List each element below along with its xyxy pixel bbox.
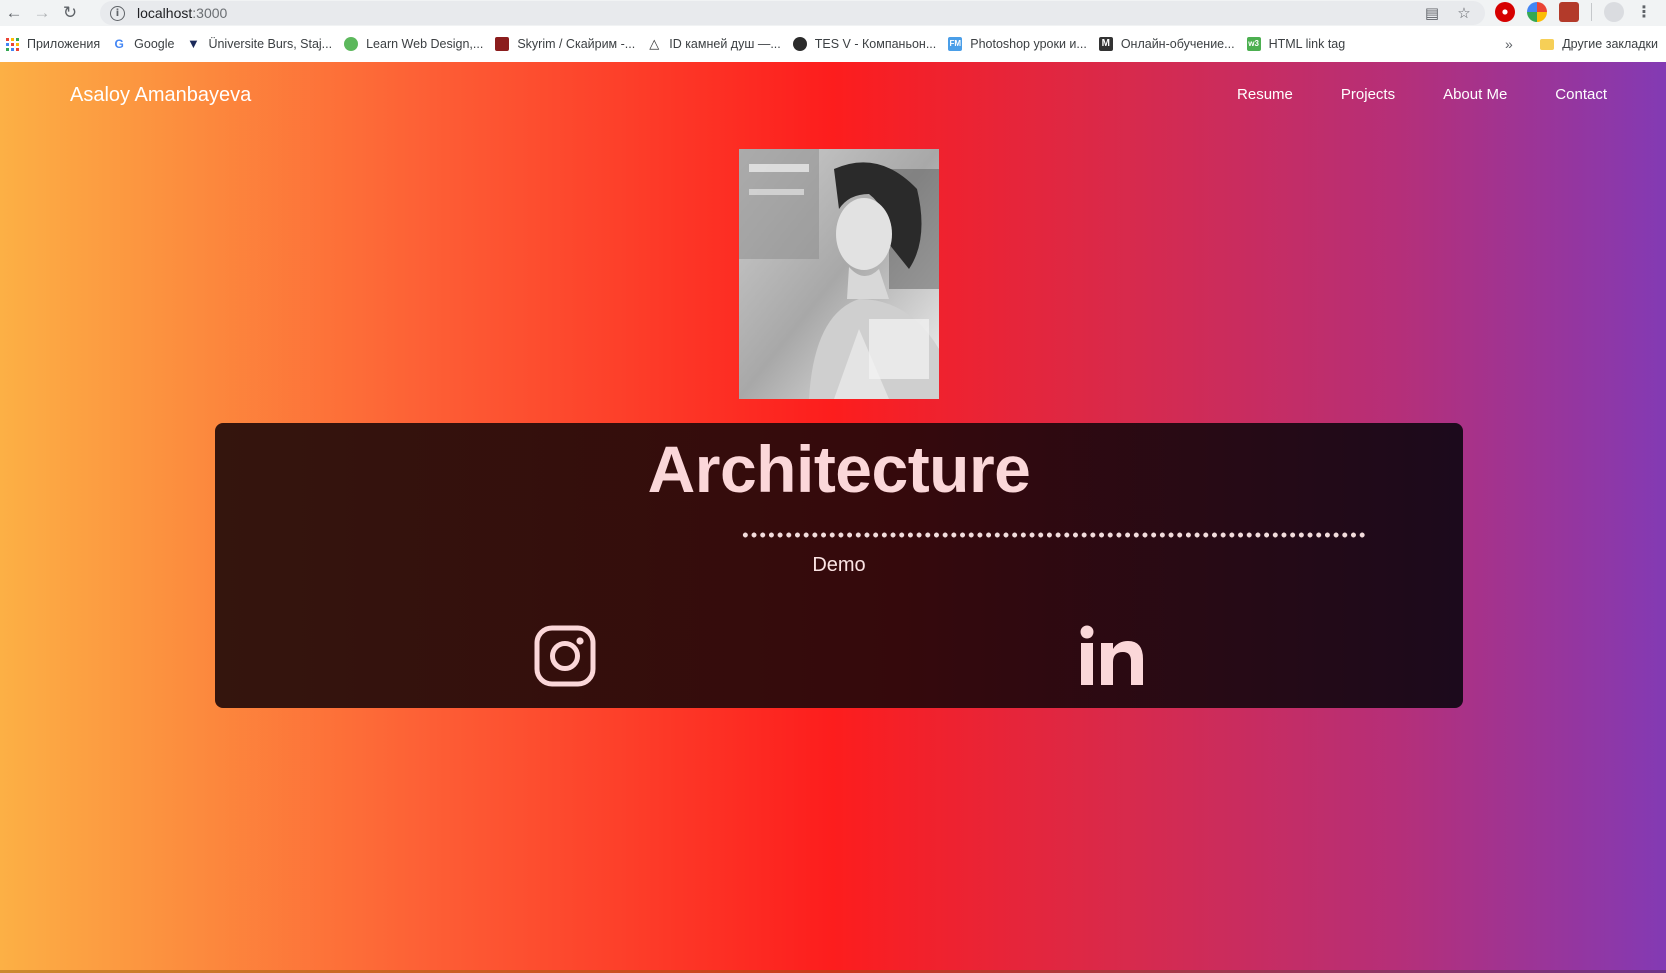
w3-icon: w3 — [1246, 37, 1261, 51]
bookmark-id-kamney[interactable]: △ ID камней душ —... — [647, 36, 781, 52]
profile-avatar-icon[interactable] — [1604, 2, 1624, 22]
nav-resume[interactable]: Resume — [1237, 86, 1293, 103]
tes-icon — [792, 37, 807, 51]
other-bookmarks-folder[interactable]: Другие закладки — [1540, 26, 1658, 62]
nav-contact[interactable]: Contact — [1555, 86, 1607, 103]
bookmark-star-icon[interactable]: ☆ — [1455, 4, 1473, 22]
photo-extension-icon[interactable] — [1559, 2, 1579, 22]
browser-toolbar: ← → ↻ i localhost:3000 ▤ ☆ ⚫ ⋮ — [0, 0, 1666, 26]
chrome-extension-icon[interactable] — [1527, 2, 1547, 22]
more-bookmarks-button[interactable]: » — [1505, 26, 1513, 62]
linkedin-icon[interactable] — [1079, 623, 1145, 689]
folder-icon — [1540, 38, 1555, 50]
profile-photo — [739, 149, 939, 399]
google-icon: G — [114, 37, 124, 51]
triangle-icon: △ — [649, 36, 660, 51]
bookmark-photoshop[interactable]: FM Photoshop уроки и... — [948, 37, 1087, 51]
tie-icon: ▼ — [187, 36, 200, 51]
instagram-icon[interactable] — [532, 623, 598, 689]
project-card: Architecture Demo — [215, 423, 1463, 708]
site-info-icon[interactable]: i — [110, 5, 125, 21]
bookmark-tes-v[interactable]: TES V - Компаньон... — [792, 37, 936, 51]
bookmark-skyrim[interactable]: Skyrim / Скайрим -... — [495, 37, 635, 51]
bookmarks-bar: Приложения G Google ▼ Üniversite Burs, S… — [0, 26, 1666, 63]
bookmark-apps[interactable]: Приложения — [6, 37, 100, 51]
translate-icon[interactable]: ▤ — [1423, 4, 1441, 22]
toolbar-divider — [1591, 3, 1592, 21]
green-leaf-icon — [344, 37, 359, 51]
page-background: Asaloy Amanbayeva Resume Projects About … — [0, 62, 1666, 973]
demo-link[interactable]: Demo — [215, 554, 1463, 577]
bookmark-html-link-tag[interactable]: w3 HTML link tag — [1246, 37, 1345, 51]
reload-icon[interactable]: ↻ — [56, 0, 84, 26]
bookmark-online-learning[interactable]: M Онлайн-обучение... — [1098, 37, 1235, 51]
adblock-extension-icon[interactable]: ⚫ — [1495, 2, 1515, 22]
apps-grid-icon — [6, 37, 19, 51]
site-brand[interactable]: Asaloy Amanbayeva — [70, 84, 251, 107]
forward-icon[interactable]: → — [28, 0, 56, 26]
address-bar[interactable]: i localhost:3000 ▤ ☆ — [100, 1, 1485, 25]
project-title: Architecture — [647, 432, 1031, 506]
bookmark-learn-web-design[interactable]: Learn Web Design,... — [344, 37, 483, 51]
menu-kebab-icon[interactable]: ⋮ — [1636, 2, 1652, 22]
fm-icon: FM — [948, 37, 963, 51]
bookmark-universite[interactable]: ▼ Üniversite Burs, Staj... — [186, 36, 332, 52]
skyrim-icon — [495, 37, 510, 51]
m-icon: M — [1098, 37, 1113, 51]
nav-about-me[interactable]: About Me — [1443, 86, 1507, 103]
nav-projects[interactable]: Projects — [1341, 86, 1395, 103]
bookmark-google[interactable]: G Google — [112, 37, 174, 51]
top-navigation: Resume Projects About Me Contact — [1237, 86, 1607, 103]
back-icon[interactable]: ← — [0, 0, 28, 26]
address-url[interactable]: localhost:3000 — [137, 5, 227, 21]
dotted-divider — [741, 532, 1367, 538]
